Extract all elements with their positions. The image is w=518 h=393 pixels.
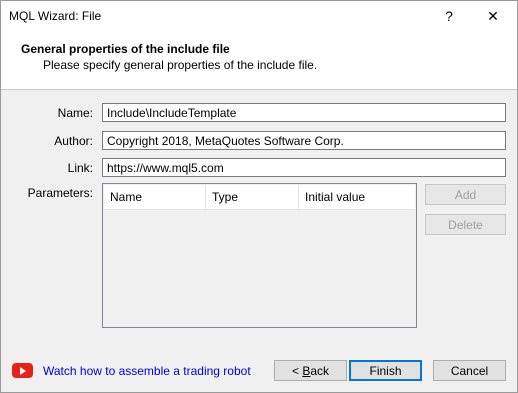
parameters-table[interactable]: Name Type Initial value (102, 183, 417, 328)
wizard-header: General properties of the include file P… (1, 31, 517, 90)
header-subtitle: Please specify general properties of the… (43, 58, 318, 72)
window-title: MQL Wizard: File (9, 9, 102, 23)
column-header-type[interactable]: Type (206, 185, 299, 209)
parameters-label: Parameters: (27, 186, 93, 200)
help-icon[interactable]: ? (427, 1, 471, 31)
delete-button[interactable]: Delete (425, 214, 506, 235)
name-label: Name: (57, 106, 93, 120)
name-field[interactable]: Include\IncludeTemplate (102, 103, 506, 122)
link-field[interactable]: https://www.mql5.com (102, 158, 506, 177)
close-icon[interactable]: ✕ (471, 1, 515, 31)
add-button[interactable]: Add (425, 184, 506, 205)
header-title: General properties of the include file (21, 42, 230, 56)
title-bar: MQL Wizard: File ? ✕ (1, 1, 517, 31)
back-button-accelerator: B (302, 363, 311, 378)
back-button[interactable]: < Back (274, 360, 347, 381)
column-header-initial-value[interactable]: Initial value (299, 185, 415, 209)
finish-button[interactable]: Finish (349, 360, 422, 381)
back-button-rest: ack (310, 363, 330, 378)
mql-wizard-dialog: MQL Wizard: File ? ✕ General properties … (0, 0, 518, 393)
link-label: Link: (67, 161, 93, 175)
back-button-prefix: < (291, 363, 303, 378)
youtube-play-icon[interactable] (12, 363, 33, 378)
cancel-button[interactable]: Cancel (433, 360, 506, 381)
parameters-table-header: Name Type Initial value (104, 185, 415, 210)
video-tutorial-link[interactable]: Watch how to assemble a trading robot (43, 364, 251, 378)
author-label: Author: (54, 134, 93, 148)
author-field[interactable]: Copyright 2018, MetaQuotes Software Corp… (102, 131, 506, 150)
column-header-name[interactable]: Name (104, 185, 206, 209)
